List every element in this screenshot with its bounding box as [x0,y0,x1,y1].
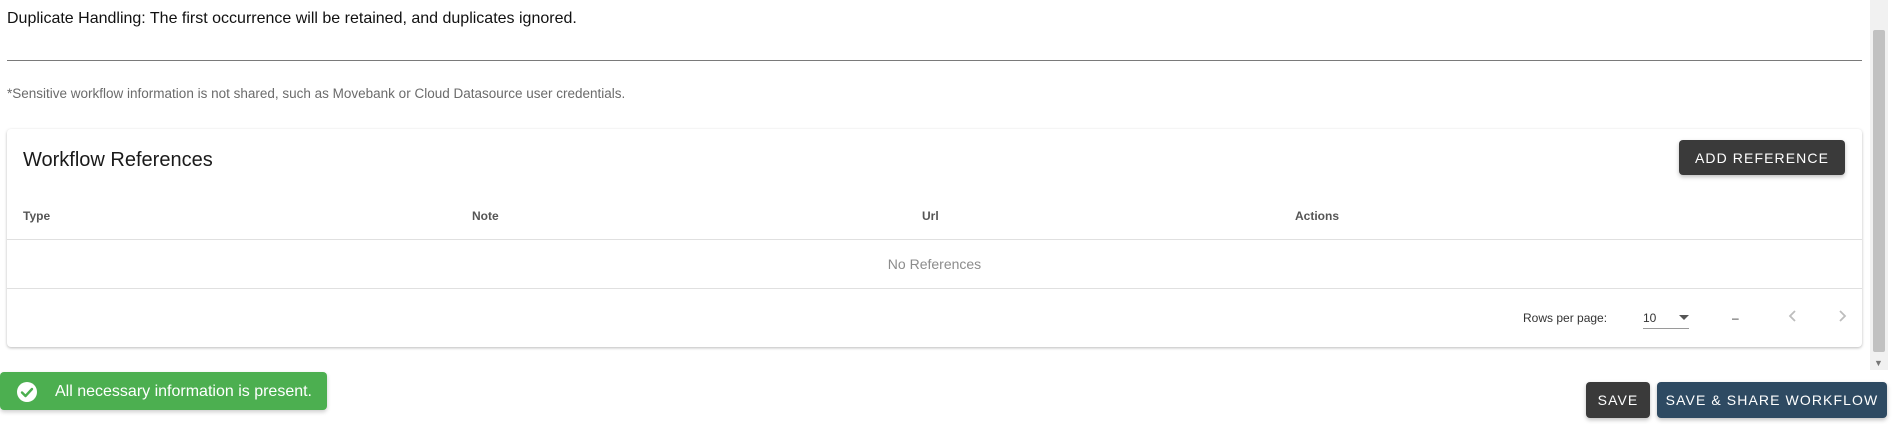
rows-per-page-label: Rows per page: [1523,311,1608,325]
rows-per-page-select[interactable]: 10 [1643,306,1689,329]
divider [7,60,1862,61]
add-reference-button[interactable]: ADD REFERENCE [1679,140,1845,175]
save-and-share-workflow-button[interactable]: SAVE & SHARE WORKFLOW [1657,382,1887,418]
scroll-down-arrow-icon[interactable]: ▼ [1874,358,1883,368]
column-header-actions: Actions [1295,209,1340,223]
previous-page-button[interactable] [1781,304,1805,328]
save-button[interactable]: SAVE [1586,382,1650,418]
header-divider [7,239,1862,240]
rows-per-page-value: 10 [1643,311,1657,325]
references-title: Workflow References [23,149,213,171]
next-page-button[interactable] [1830,304,1854,328]
row-divider [7,288,1862,289]
column-header-note[interactable]: Note [472,209,499,223]
duplicate-handling-text: Duplicate Handling: The first occurrence… [7,10,577,27]
caret-down-icon [1679,315,1689,320]
chevron-right-icon [1839,310,1847,322]
check-circle-icon [17,382,37,402]
column-header-url[interactable]: Url [922,209,939,223]
workflow-references-card: Workflow References ADD REFERENCE Type N… [7,129,1862,347]
toast-message: All necessary information is present. [55,383,312,400]
column-header-type[interactable]: Type [23,209,50,223]
sensitive-info-note: *Sensitive workflow information is not s… [7,86,626,101]
vertical-scrollbar[interactable]: ▼ [1870,0,1888,370]
validation-toast: All necessary information is present. [0,372,327,410]
scrollbar-thumb[interactable] [1873,30,1885,352]
empty-references-text: No References [887,256,982,272]
pagination-range: – [1732,311,1739,325]
workflow-page: Duplicate Handling: The first occurrence… [0,0,1894,424]
chevron-left-icon [1788,310,1796,322]
